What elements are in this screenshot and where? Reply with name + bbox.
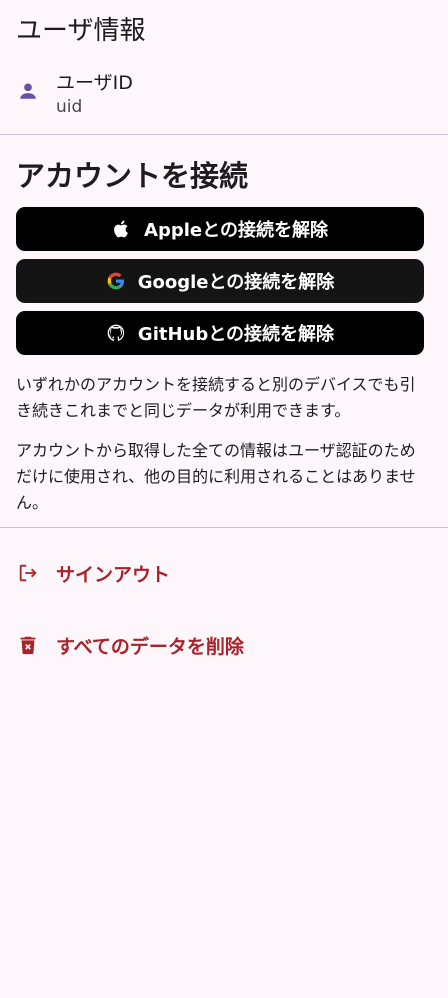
disconnect-github-button[interactable]: GitHubとの接続を解除 <box>16 311 424 355</box>
delete-all-data-button[interactable]: すべてのデータを削除 <box>0 617 448 673</box>
google-icon <box>106 271 126 291</box>
connect-account-title: アカウントを接続 <box>16 159 249 193</box>
apple-icon <box>112 219 132 239</box>
user-id-label: ユーザID <box>56 72 133 94</box>
divider <box>0 134 448 135</box>
logout-icon <box>17 562 39 584</box>
disconnect-google-button[interactable]: Googleとの接続を解除 <box>16 259 424 303</box>
divider <box>0 527 448 528</box>
connect-info-text: いずれかのアカウントを接続すると別のデバイスでも引き続きこれまでと同じデータが利… <box>16 375 416 420</box>
person-icon <box>17 80 39 102</box>
user-id-row: ユーザID uid <box>0 66 448 122</box>
signout-label: サインアウト <box>56 563 171 586</box>
delete-all-data-label: すべてのデータを削除 <box>56 635 244 658</box>
disconnect-apple-button[interactable]: Appleとの接続を解除 <box>16 207 424 251</box>
trash-icon <box>17 634 39 656</box>
user-info-title: ユーザ情報 <box>16 16 146 46</box>
user-id-value: uid <box>56 97 83 117</box>
privacy-info-text: アカウントから取得した全ての情報はユーザ認証のためだけに使用され、他の目的に利用… <box>16 441 416 512</box>
disconnect-google-label: Googleとの接続を解除 <box>137 272 335 293</box>
disconnect-apple-label: Appleとの接続を解除 <box>144 220 328 241</box>
github-icon <box>106 323 126 343</box>
disconnect-github-label: GitHubとの接続を解除 <box>137 324 335 345</box>
signout-button[interactable]: サインアウト <box>0 545 448 601</box>
